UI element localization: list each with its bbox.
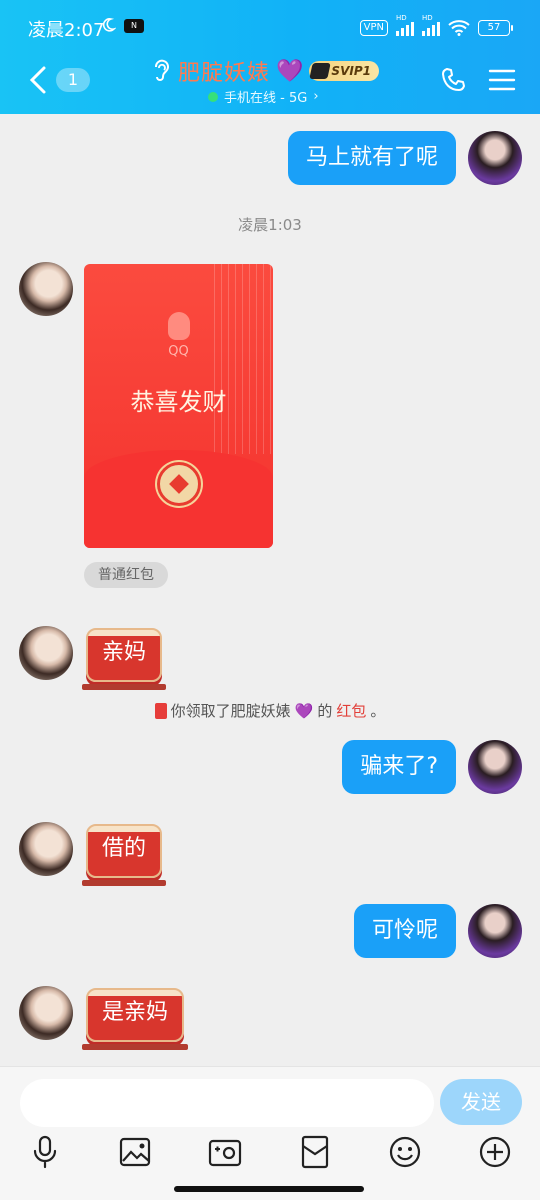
signal-bars-2-icon: HD [422,14,440,36]
red-packet-type-label: 普通红包 [84,562,168,588]
contact-avatar[interactable] [19,822,73,876]
phone-call-icon[interactable] [440,66,468,94]
online-status[interactable]: 手机在线 - 5G › [208,87,319,106]
status-bar: 凌晨2:07 N VPN HD HD 57 [0,14,540,42]
chevron-right-icon: › [313,89,319,104]
battery-icon: 57 [478,20,513,36]
system-notice-prefix: 你领取了肥腚妖婊 [170,702,291,720]
system-notice: 你领取了肥腚妖婊 💜 的 红包 。 [0,700,540,721]
menu-hamburger-icon[interactable] [488,68,516,92]
online-dot-icon [208,91,218,102]
contact-avatar[interactable] [19,262,73,316]
my-avatar[interactable] [468,131,522,185]
message-input[interactable] [20,1079,434,1127]
red-packet-card[interactable]: QQ 恭喜发财 [84,264,273,548]
send-button[interactable]: 发送 [440,1079,522,1125]
red-packet-icon[interactable] [297,1134,333,1170]
my-avatar[interactable] [468,740,522,794]
my-message-bubble[interactable]: 马上就有了呢 [287,131,456,185]
status-right-group: VPN HD HD 57 [359,14,513,38]
purple-heart-emoji: 💜 [276,58,304,84]
contact-name: 肥腚妖婊 [178,61,271,86]
system-notice-middle: 的 [317,702,333,720]
nfc-icon: N [124,19,144,33]
emoji-icon[interactable] [387,1134,423,1170]
vpn-badge: VPN [359,20,388,36]
contact-sticker-message[interactable]: 借的 [81,824,167,886]
red-packet-link[interactable]: 红包 [336,700,366,721]
unread-count-badge[interactable]: 1 [56,68,90,92]
chat-header: 凌晨2:07 N VPN HD HD 57 1 肥腚妖婊 💜 SVIP1 手机在… [0,0,540,114]
my-avatar[interactable] [468,904,522,958]
my-message-bubble[interactable]: 可怜呢 [353,904,456,958]
camera-icon[interactable] [207,1134,243,1170]
contact-title[interactable]: 肥腚妖婊 💜 SVIP1 [150,56,390,86]
plus-more-icon[interactable] [477,1134,513,1170]
contact-avatar[interactable] [19,986,73,1040]
red-packet-coin-icon [157,462,201,506]
contact-avatar[interactable] [19,626,73,680]
qq-penguin-icon [168,312,190,340]
image-gallery-icon[interactable] [117,1134,153,1170]
my-message-bubble[interactable]: 骗来了? [342,740,456,794]
red-envelope-icon [154,702,167,719]
back-arrow-icon[interactable] [24,64,54,96]
composer: 发送 [0,1066,540,1200]
signal-bars-icon: HD [396,14,414,36]
contact-sticker-message[interactable]: 是亲妈 [81,988,189,1050]
red-packet-pattern [214,264,273,454]
red-packet-greeting: 恭喜发财 [130,388,227,416]
system-notice-suffix: 。 [370,702,386,720]
earpiece-mode-icon[interactable] [150,58,172,84]
svip-badge[interactable]: SVIP1 [309,61,379,81]
wifi-icon [448,20,470,36]
system-notice-heart: 💜 [294,701,314,720]
microphone-icon[interactable] [27,1134,63,1170]
time-separator: 凌晨1:03 [238,216,302,234]
home-indicator[interactable] [174,1186,364,1192]
red-packet-logo-text: QQ [168,344,189,359]
contact-sticker-message[interactable]: 亲妈 [81,628,167,690]
online-status-text: 手机在线 - 5G [224,91,308,106]
do-not-disturb-moon-icon [102,18,116,32]
status-time: 凌晨2:07 [28,20,105,41]
